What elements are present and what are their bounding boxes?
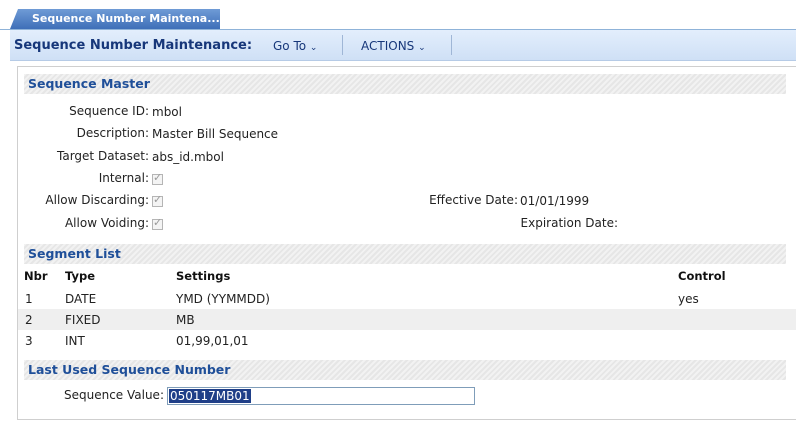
table-row[interactable]: 1 DATE YMD (YYMMDD) yes [18, 288, 796, 309]
chevron-down-icon: ⌄ [309, 43, 318, 53]
tab-bar: Sequence Number Maintena... [0, 0, 796, 30]
column-header-control: Control [678, 269, 726, 283]
section-header-sequence-master: Sequence Master [24, 74, 786, 94]
section-header-last-used-sequence-number: Last Used Sequence Number [24, 360, 786, 380]
section-title: Last Used Sequence Number [28, 362, 231, 377]
description-value: Master Bill Sequence [152, 127, 279, 141]
effective-date-label: Effective Date: [429, 193, 518, 207]
toolbar-divider [342, 35, 343, 55]
chevron-down-icon: ⌄ [418, 43, 426, 53]
toolbar: Sequence Number Maintenance: Go To ⌄ ACT… [10, 30, 796, 61]
actions-menu-label: ACTIONS [361, 39, 415, 53]
cell-settings: MB [176, 313, 195, 327]
cell-settings: 01,99,01,01 [176, 334, 249, 348]
table-header: Nbr Type Settings Control [18, 269, 796, 287]
section-title: Sequence Master [28, 76, 150, 91]
goto-menu-label: Go To [273, 39, 307, 53]
allow-discarding-checkbox[interactable] [152, 193, 163, 207]
goto-menu[interactable]: Go To ⌄ [273, 39, 317, 53]
cell-settings: YMD (YYMMDD) [176, 292, 270, 306]
section-header-segment-list: Segment List [24, 244, 786, 264]
internal-checkbox[interactable] [152, 171, 163, 185]
column-header-nbr: Nbr [24, 269, 48, 283]
main-panel: Sequence Master Sequence ID: mbol Descri… [17, 66, 796, 420]
column-header-type: Type [65, 269, 96, 283]
allow-voiding-label: Allow Voiding: [64, 216, 149, 230]
description-label: Description: [76, 126, 149, 140]
page-title: Sequence Number Maintenance: [14, 38, 253, 53]
toolbar-divider [451, 35, 452, 55]
cell-nbr: 3 [25, 334, 33, 348]
allow-voiding-checkbox[interactable] [152, 216, 163, 230]
column-header-settings: Settings [176, 269, 231, 283]
cell-control: yes [678, 292, 699, 306]
sequence-id-label: Sequence ID: [69, 104, 149, 118]
tab-sequence-number-maintenance[interactable]: Sequence Number Maintena... [10, 9, 220, 29]
effective-date-value: 01/01/1999 [520, 194, 590, 208]
sequence-id-value: mbol [152, 105, 182, 119]
allow-discarding-label: Allow Discarding: [45, 193, 149, 207]
sequence-value-text: 050117MB01 [169, 389, 251, 403]
cell-type: DATE [65, 292, 97, 306]
internal-label: Internal: [98, 171, 149, 185]
cell-type: FIXED [65, 313, 101, 327]
table-row[interactable]: 2 FIXED MB [18, 309, 796, 330]
cell-nbr: 1 [25, 292, 33, 306]
sequence-value-input[interactable]: 050117MB01 [167, 387, 475, 405]
sequence-value-label: Sequence Value: [63, 388, 164, 402]
table-row[interactable]: 3 INT 01,99,01,01 [18, 330, 796, 351]
target-dataset-value: abs_id.mbol [152, 150, 224, 164]
actions-menu[interactable]: ACTIONS ⌄ [361, 39, 426, 53]
expiration-date-label: Expiration Date: [520, 216, 618, 230]
section-title: Segment List [28, 246, 121, 261]
cell-type: INT [65, 334, 85, 348]
target-dataset-label: Target Dataset: [57, 149, 149, 163]
cell-nbr: 2 [25, 313, 33, 327]
